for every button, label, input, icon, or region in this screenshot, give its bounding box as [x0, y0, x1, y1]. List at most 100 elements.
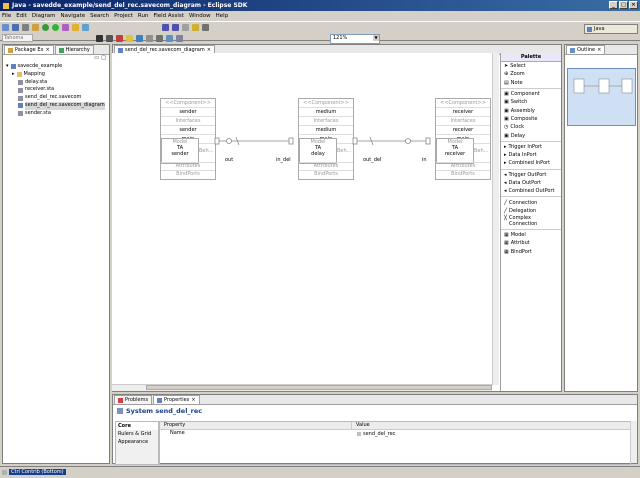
tree-item[interactable]: send_del_rec.savecom: [6, 94, 105, 102]
line-style-icon[interactable]: [146, 34, 153, 42]
new-class-icon[interactable]: [62, 24, 69, 31]
close-button[interactable]: ×: [629, 1, 638, 9]
model-box[interactable]: Model TA receiver: [436, 138, 474, 164]
menu-help[interactable]: Help: [216, 13, 229, 19]
font-color-icon[interactable]: [116, 34, 123, 42]
palette-item-clock[interactable]: ◷ Clock: [501, 123, 561, 131]
tree-item[interactable]: sender.sta: [6, 110, 105, 118]
zoom-combo[interactable]: 121% ▼: [330, 34, 380, 44]
menu-field-assist[interactable]: Field Assist: [153, 13, 184, 19]
minimize-button[interactable]: _: [609, 1, 618, 9]
menu-search[interactable]: Search: [90, 13, 109, 19]
font-select[interactable]: Tahoma: [2, 34, 33, 42]
menu-navigate[interactable]: Navigate: [61, 13, 86, 19]
tree-item[interactable]: ▾ savecde_example: [6, 63, 105, 71]
palette-item-trigger-outport[interactable]: ◂ Trigger OutPort: [501, 171, 561, 179]
chevron-down-icon[interactable]: ▼: [373, 35, 379, 41]
property-value[interactable]: send_del_rec: [363, 431, 395, 437]
open-type-icon[interactable]: [72, 24, 79, 31]
section-rulers-grid[interactable]: Rulers & Grid: [116, 430, 158, 438]
component-medium[interactable]: <<Component>> medium Interfaces medium m…: [298, 98, 354, 180]
tab-package-explorer[interactable]: Package Ex ×: [4, 45, 54, 54]
tree-item[interactable]: receiver.sta: [6, 86, 105, 94]
maximize-view-icon[interactable]: □: [101, 55, 106, 61]
build-icon[interactable]: [32, 24, 39, 31]
model-box[interactable]: Model TA delay: [299, 138, 337, 164]
palette-item-trigger-inport[interactable]: ▸ Trigger InPort: [501, 143, 561, 151]
section-core[interactable]: Core: [116, 422, 158, 430]
menu-run[interactable]: Run: [138, 13, 149, 19]
palette-label: Clock: [510, 124, 524, 131]
palette-item-delay[interactable]: ▣ Delay: [501, 131, 561, 139]
outline-thumbnail[interactable]: [567, 68, 636, 126]
palette-item-combined-inport[interactable]: ▸ Combined InPort: [501, 159, 561, 167]
debug-icon[interactable]: [42, 24, 49, 31]
italic-icon[interactable]: [106, 34, 113, 42]
table-row[interactable]: Name send_del_rec: [160, 430, 630, 437]
model-box[interactable]: Model TA sender: [161, 138, 199, 164]
arrow-type-icon[interactable]: [156, 34, 163, 42]
tree-item[interactable]: delay.sta: [6, 79, 105, 87]
arrange-icon[interactable]: [192, 24, 199, 31]
tab-problems[interactable]: Problems: [114, 395, 153, 404]
diagram-canvas[interactable]: <<Component>> sender Interfaces sender m…: [112, 53, 499, 391]
save-icon[interactable]: [12, 24, 19, 31]
palette-item-combined-outport[interactable]: ◂ Combined OutPort: [501, 187, 561, 195]
horizontal-scrollbar[interactable]: [112, 384, 492, 391]
close-icon[interactable]: ×: [45, 47, 49, 53]
zoom-icon[interactable]: [176, 34, 183, 42]
fill-color-icon[interactable]: [126, 34, 133, 42]
menu-edit[interactable]: Edit: [16, 13, 27, 19]
palette-item-zoom[interactable]: ⊕ Zoom: [501, 70, 561, 78]
palette-item-complex-connection[interactable]: ╳ Complex Connection: [501, 215, 561, 228]
tree-item[interactable]: ▸ Mapping: [6, 71, 105, 79]
new-icon[interactable]: [2, 24, 9, 31]
tab-hierarchy[interactable]: Hierarchy: [54, 45, 94, 54]
close-icon[interactable]: ×: [191, 397, 195, 403]
menu-file[interactable]: File: [2, 13, 11, 19]
run-icon[interactable]: [52, 24, 59, 31]
palette-item-note[interactable]: ▤ Note: [501, 79, 561, 87]
component-receiver[interactable]: <<Component>> receiver Interfaces receiv…: [435, 98, 491, 180]
expand-icon[interactable]: ▸: [12, 71, 15, 79]
print-icon[interactable]: [22, 24, 29, 31]
menu-window[interactable]: Window: [189, 13, 211, 19]
search-icon[interactable]: [82, 24, 89, 31]
align-icon[interactable]: [202, 24, 209, 31]
palette-item-switch[interactable]: ▣ Switch: [501, 98, 561, 106]
close-icon[interactable]: ×: [597, 47, 601, 53]
palette-item-select[interactable]: ➤ Select: [501, 62, 561, 70]
navigate-back-icon[interactable]: [162, 24, 169, 31]
line-color-icon[interactable]: [136, 34, 143, 42]
tab-properties[interactable]: Properties ×: [153, 395, 200, 404]
perspective-switcher[interactable]: Java: [584, 24, 638, 34]
component-sender[interactable]: <<Component>> sender Interfaces sender m…: [160, 98, 216, 180]
palette-item-delegation[interactable]: ╱ Delegation: [501, 207, 561, 215]
menu-project[interactable]: Project: [114, 13, 133, 19]
palette-item-model[interactable]: ▦ Model: [501, 231, 561, 239]
bold-icon[interactable]: [96, 34, 103, 42]
maximize-button[interactable]: □: [619, 1, 628, 9]
navigate-forward-icon[interactable]: [172, 24, 179, 31]
tree-item-selected[interactable]: send_del_rec.savecom_diagram: [6, 101, 105, 110]
vertical-scrollbar[interactable]: [492, 53, 499, 385]
palette-item-composite[interactable]: ▣ Composite: [501, 115, 561, 123]
palette-item-connection[interactable]: ╱ Connection: [501, 198, 561, 206]
layout-icon[interactable]: [182, 24, 189, 31]
bottom-panel: Problems Properties × System send_del_re…: [112, 394, 638, 465]
palette-item-data-outport[interactable]: ◂ Data OutPort: [501, 179, 561, 187]
status-item[interactable]: Ctrl Contrib (Bottom): [2, 469, 66, 475]
menu-diagram[interactable]: Diagram: [32, 13, 56, 19]
palette-item-assembly[interactable]: ▣ Assembly: [501, 106, 561, 114]
tab-outline[interactable]: Outline ×: [566, 45, 606, 54]
minimize-view-icon[interactable]: ▭: [94, 55, 99, 61]
palette-item-component[interactable]: ▣ Component: [501, 90, 561, 98]
select-all-icon[interactable]: [166, 34, 173, 42]
palette-item-attribut[interactable]: ▦ Attribut: [501, 239, 561, 247]
section-appearance[interactable]: Appearance: [116, 438, 158, 446]
palette-item-bindport[interactable]: ▦ BindPort: [501, 248, 561, 256]
collapse-icon[interactable]: ▾: [6, 63, 9, 71]
palette-item-data-inport[interactable]: ▸ Data InPort: [501, 151, 561, 159]
scrollbar-thumb[interactable]: [146, 385, 492, 390]
vertical-scrollbar[interactable]: [630, 421, 637, 463]
